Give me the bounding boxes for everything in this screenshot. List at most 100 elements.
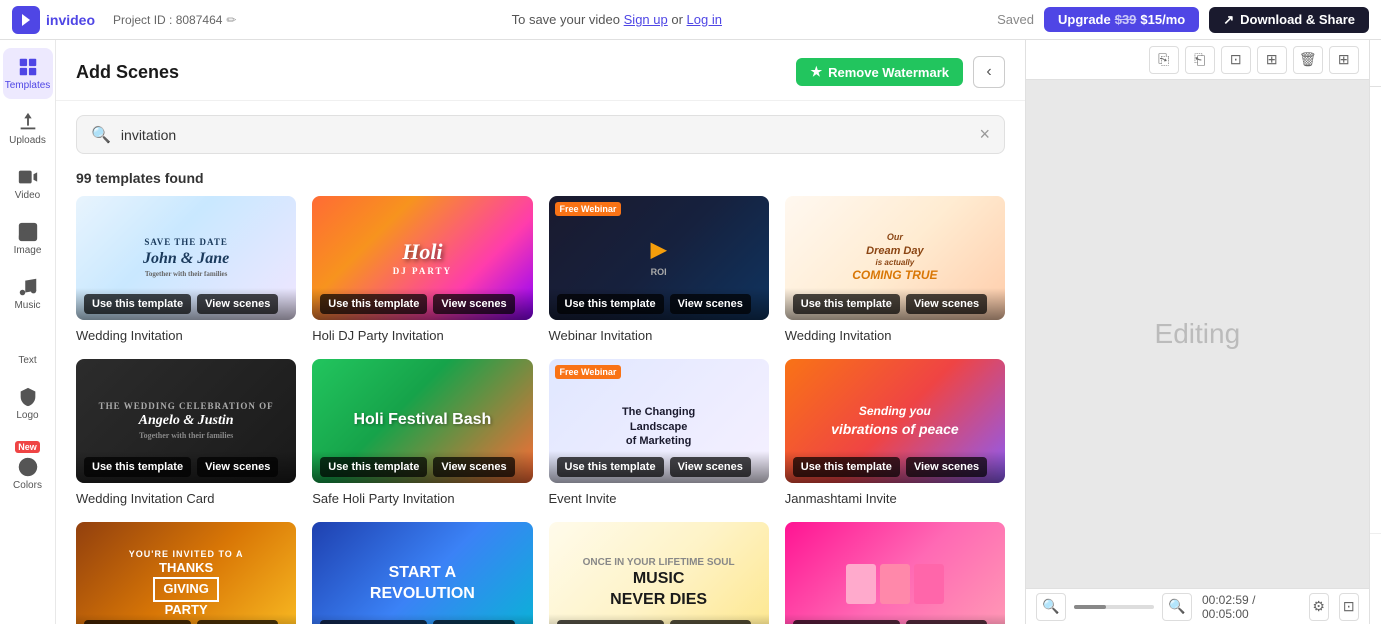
sidebar-item-uploads[interactable]: Uploads — [3, 103, 53, 154]
template-thumbnail[interactable]: Our Dream Day is actually COMING TRUE Us… — [785, 196, 1005, 320]
template-thumbnail[interactable]: Holi DJ PARTY Use this template View sce… — [312, 196, 532, 320]
canvas-area: ⎘ ⎗ ⊡ ⊞ 🗑 ⊞ Editing 🔍 🔍 00:02 — [1026, 40, 1369, 624]
template-card: ONCE IN YOUR LIFETIME SOUL MUSIC NEVER D… — [549, 522, 769, 624]
card-overlay: Use this template View scenes — [312, 288, 532, 320]
sidebar-item-logo[interactable]: Logo — [3, 378, 53, 429]
template-name: Event Invite — [549, 491, 769, 506]
template-name: Wedding Invitation — [76, 328, 296, 343]
upgrade-old-price: $39 — [1115, 12, 1137, 27]
copy-icon[interactable]: ⎘ — [1149, 46, 1179, 74]
template-card: Holi Festival Bash Use this template Vie… — [312, 359, 532, 506]
sidebar-label-music: Music — [14, 300, 40, 311]
view-scenes-button[interactable]: View scenes — [433, 457, 514, 477]
editing-label: Editing — [1155, 318, 1241, 350]
sidebar-item-colors[interactable]: New Colors — [3, 433, 53, 499]
download-share-button[interactable]: ↗ Download & Share — [1209, 7, 1369, 33]
paste-icon[interactable]: ⎗ — [1185, 46, 1215, 74]
crop-icon[interactable]: ⊡ — [1221, 46, 1251, 74]
templates-grid: SAVE THE DATE John & Jane Together with … — [56, 196, 1025, 624]
grid-icon[interactable]: ⊞ — [1329, 46, 1359, 74]
zoom-in-icon[interactable]: 🔍 — [1162, 593, 1192, 621]
use-template-button[interactable]: Use this template — [84, 457, 191, 477]
collapse-panel-button[interactable]: ‹ — [973, 56, 1005, 88]
template-name: Janmashtami Invite — [785, 491, 1005, 506]
template-thumbnail[interactable]: YOU'RE INVITED TO A THANKS GIVING PARTY … — [76, 522, 296, 624]
template-thumbnail[interactable]: Free Webinar The Changing Landscape of M… — [549, 359, 769, 483]
template-card: Free Webinar The Changing Landscape of M… — [549, 359, 769, 506]
signup-link[interactable]: Sign up — [624, 12, 668, 27]
settings-icon[interactable]: ⚙ — [1309, 593, 1329, 621]
sidebar-item-text[interactable]: Text — [3, 323, 53, 374]
template-name: Wedding Invitation Card — [76, 491, 296, 506]
view-scenes-button[interactable]: View scenes — [197, 620, 278, 624]
view-scenes-button[interactable]: View scenes — [670, 620, 751, 624]
zoom-slider[interactable] — [1074, 605, 1154, 609]
template-thumbnail[interactable]: START A REVOLUTION Use this template Vie… — [312, 522, 532, 624]
view-scenes-button[interactable]: View scenes — [906, 457, 987, 477]
use-template-button[interactable]: Use this template — [557, 620, 664, 624]
card-overlay: Use this template View scenes — [76, 614, 296, 624]
remove-watermark-button[interactable]: ★ Remove Watermark — [796, 58, 963, 86]
zoom-out-icon[interactable]: 🔍 — [1036, 593, 1066, 621]
card-overlay: Use this template View scenes — [312, 451, 532, 483]
upgrade-button[interactable]: Upgrade $39 $15/mo — [1044, 7, 1199, 32]
view-scenes-button[interactable]: View scenes — [433, 294, 514, 314]
delete-icon[interactable]: 🗑 — [1293, 46, 1323, 74]
card-overlay: Use this template View scenes — [785, 288, 1005, 320]
card-overlay: Use this template View scenes — [785, 614, 1005, 624]
template-card: YOU'RE INVITED TO A THANKS GIVING PARTY … — [76, 522, 296, 624]
template-thumbnail[interactable]: ONCE IN YOUR LIFETIME SOUL MUSIC NEVER D… — [549, 522, 769, 624]
template-thumbnail[interactable]: Use this template View scenes — [785, 522, 1005, 624]
download-icon: ↗ — [1223, 12, 1234, 28]
view-scenes-button[interactable]: View scenes — [670, 457, 751, 477]
view-scenes-button[interactable]: View scenes — [433, 620, 514, 624]
sidebar-item-templates[interactable]: Templates — [3, 48, 53, 99]
use-template-button[interactable]: Use this template — [320, 457, 427, 477]
use-template-button[interactable]: Use this template — [557, 457, 664, 477]
panel-title: Add Scenes — [76, 62, 179, 83]
sidebar-label-colors: Colors — [13, 480, 42, 491]
card-overlay: Use this template View scenes — [549, 451, 769, 483]
use-template-button[interactable]: Use this template — [320, 294, 427, 314]
use-template-button[interactable]: Use this template — [793, 457, 900, 477]
view-scenes-button[interactable]: View scenes — [197, 457, 278, 477]
template-thumbnail[interactable]: THE WEDDING CELEBRATION OF Angelo & Just… — [76, 359, 296, 483]
card-preview-text — [785, 522, 1005, 624]
fullscreen-icon[interactable]: ⊡ — [1339, 593, 1359, 621]
free-badge: Free Webinar — [555, 365, 622, 379]
card-overlay: Use this template View scenes — [312, 614, 532, 624]
project-id: Project ID : 8087464 ✏ — [113, 13, 236, 27]
view-scenes-button[interactable]: View scenes — [670, 294, 751, 314]
use-template-button[interactable]: Use this template — [84, 294, 191, 314]
view-scenes-button[interactable]: View scenes — [906, 294, 987, 314]
resize-icon[interactable]: ⊞ — [1257, 46, 1287, 74]
template-thumbnail[interactable]: Sending you vibrations of peace Use this… — [785, 359, 1005, 483]
logo-icon — [12, 6, 40, 34]
use-template-button[interactable]: Use this template — [557, 294, 664, 314]
use-template-button[interactable]: Use this template — [793, 620, 900, 624]
view-scenes-button[interactable]: View scenes — [197, 294, 278, 314]
sidebar-item-video[interactable]: Video — [3, 158, 53, 209]
card-preview-text: YOU'RE INVITED TO A THANKS GIVING PARTY — [76, 522, 296, 624]
template-card: Free Webinar ▶ ROI Use this template Vie… — [549, 196, 769, 343]
use-template-button[interactable]: Use this template — [793, 294, 900, 314]
template-thumbnail[interactable]: Free Webinar ▶ ROI Use this template Vie… — [549, 196, 769, 320]
sidebar-item-image[interactable]: Image — [3, 213, 53, 264]
login-link[interactable]: Log in — [687, 12, 722, 27]
clear-search-icon[interactable]: × — [979, 124, 990, 145]
upgrade-new-price: $15/mo — [1140, 12, 1185, 27]
sidebar-item-music[interactable]: Music — [3, 268, 53, 319]
template-name: Holi DJ Party Invitation — [312, 328, 532, 343]
search-input[interactable] — [121, 127, 970, 143]
use-template-button[interactable]: Use this template — [320, 620, 427, 624]
template-thumbnail[interactable]: SAVE THE DATE John & Jane Together with … — [76, 196, 296, 320]
view-scenes-button[interactable]: View scenes — [906, 620, 987, 624]
free-badge: Free Webinar — [555, 202, 622, 216]
search-icon: 🔍 — [91, 125, 111, 145]
layers-header: ‹ Layers — [1370, 40, 1381, 87]
template-card: START A REVOLUTION Use this template Vie… — [312, 522, 532, 624]
sidebar-label-templates: Templates — [5, 80, 51, 91]
use-template-button[interactable]: Use this template — [84, 620, 191, 624]
edit-icon[interactable]: ✏ — [226, 13, 236, 27]
template-thumbnail[interactable]: Holi Festival Bash Use this template Vie… — [312, 359, 532, 483]
